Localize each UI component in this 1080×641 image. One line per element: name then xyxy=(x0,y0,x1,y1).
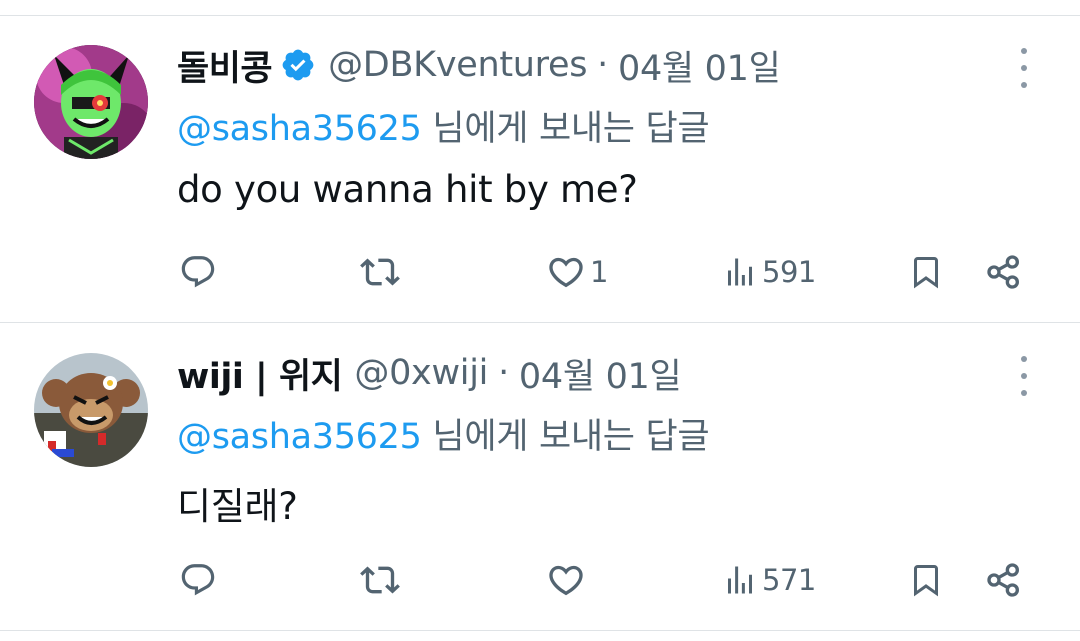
timestamp[interactable]: 04월 01일 xyxy=(618,40,781,91)
retweet-icon xyxy=(360,560,400,600)
timestamp[interactable]: 04월 01일 xyxy=(519,348,682,399)
retweet-button[interactable] xyxy=(360,247,400,297)
views-icon xyxy=(722,562,758,598)
reply-button[interactable] xyxy=(179,555,217,605)
handle[interactable]: @0xwiji xyxy=(354,353,488,393)
display-name[interactable]: wiji | 위지 xyxy=(177,348,343,399)
bookmark-button[interactable] xyxy=(908,555,944,605)
tweet-feed: 돌비콩 @DBKventures · 04월 01일 @sasha35625 님… xyxy=(0,0,1080,641)
action-bar: 571 xyxy=(0,555,1080,605)
like-icon xyxy=(546,252,586,292)
bookmark-button[interactable] xyxy=(908,247,944,297)
retweet-button[interactable] xyxy=(360,555,400,605)
share-button[interactable] xyxy=(984,247,1024,297)
reply-icon xyxy=(179,561,217,599)
share-icon xyxy=(984,252,1024,292)
avatar[interactable] xyxy=(34,353,148,467)
views-icon xyxy=(722,254,758,290)
views-button[interactable]: 591 xyxy=(722,247,816,297)
reply-icon xyxy=(179,253,217,291)
bookmark-icon xyxy=(908,252,944,292)
bookmark-icon xyxy=(908,560,944,600)
divider xyxy=(0,15,1080,16)
separator-dot: · xyxy=(597,45,608,85)
divider xyxy=(0,322,1080,323)
divider xyxy=(0,630,1080,631)
view-count: 571 xyxy=(762,563,816,597)
like-count: 1 xyxy=(590,255,608,289)
like-icon xyxy=(546,560,586,600)
reply-context-label: 님에게 보내는 답글 xyxy=(421,417,710,457)
views-button[interactable]: 571 xyxy=(722,555,816,605)
more-icon[interactable] xyxy=(1010,48,1038,88)
share-button[interactable] xyxy=(984,555,1024,605)
view-count: 591 xyxy=(762,255,816,289)
separator-dot: · xyxy=(498,353,509,393)
reply-button[interactable] xyxy=(179,247,217,297)
tweet[interactable]: wiji | 위지 @0xwiji · 04월 01일 @sasha35625 … xyxy=(0,350,1080,620)
retweet-icon xyxy=(360,252,400,292)
reply-mention-link[interactable]: @sasha35625 xyxy=(177,417,422,457)
tweet-text: do you wanna hit by me? xyxy=(177,168,638,211)
display-name[interactable]: 돌비콩 xyxy=(177,40,273,91)
tweet-header: 돌비콩 @DBKventures · 04월 01일 xyxy=(177,40,781,91)
more-icon[interactable] xyxy=(1010,356,1038,396)
handle[interactable]: @DBKventures xyxy=(328,45,587,85)
verified-badge-icon xyxy=(280,47,316,83)
share-icon xyxy=(984,560,1024,600)
reply-context: @sasha35625 님에게 보내는 답글 xyxy=(177,408,710,459)
tweet[interactable]: 돌비콩 @DBKventures · 04월 01일 @sasha35625 님… xyxy=(0,42,1080,312)
like-button[interactable] xyxy=(546,555,590,605)
avatar[interactable] xyxy=(34,45,148,159)
tweet-header: wiji | 위지 @0xwiji · 04월 01일 xyxy=(177,348,682,399)
reply-context-label: 님에게 보내는 답글 xyxy=(421,109,710,149)
reply-mention-link[interactable]: @sasha35625 xyxy=(177,109,422,149)
like-button[interactable]: 1 xyxy=(546,247,608,297)
action-bar: 1 591 xyxy=(0,247,1080,297)
tweet-text: 디질래? xyxy=(177,485,298,528)
reply-context: @sasha35625 님에게 보내는 답글 xyxy=(177,100,710,151)
